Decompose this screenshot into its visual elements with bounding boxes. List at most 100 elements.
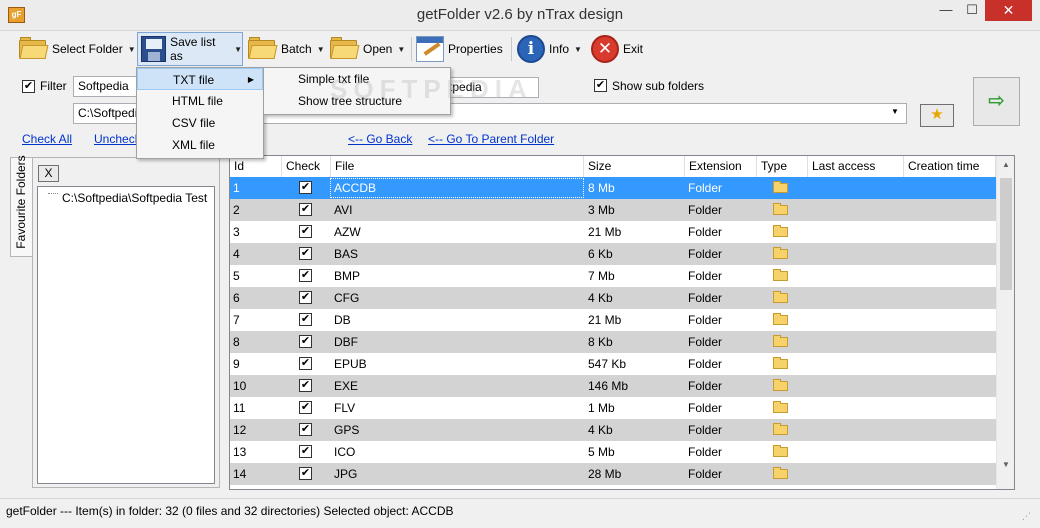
table-row[interactable]: 11 ✔ FLV 1 Mb Folder bbox=[230, 397, 996, 419]
table-row[interactable]: 12 ✔ GPS 4 Kb Folder bbox=[230, 419, 996, 441]
row-checkbox[interactable]: ✔ bbox=[299, 225, 312, 238]
row-checkbox[interactable]: ✔ bbox=[299, 401, 312, 414]
table-row[interactable]: 1 ✔ ACCDB 8 Mb Folder bbox=[230, 177, 996, 199]
tree-item[interactable]: C:\Softpedia\Softpedia Test bbox=[62, 191, 207, 205]
row-checkbox[interactable]: ✔ bbox=[299, 291, 312, 304]
cell-extension: Folder bbox=[688, 269, 723, 283]
exit-label: Exit bbox=[623, 42, 644, 56]
cell-id: 5 bbox=[233, 269, 240, 283]
info-button[interactable]: i Info ▼ bbox=[517, 33, 582, 65]
cell-file: ICO bbox=[334, 445, 356, 459]
table-row[interactable]: 9 ✔ EPUB 547 Kb Folder bbox=[230, 353, 996, 375]
column-header[interactable]: Id bbox=[230, 156, 282, 177]
close-window-button[interactable]: ✕ bbox=[985, 0, 1032, 21]
folder-icon bbox=[773, 269, 788, 281]
open-folder-icon bbox=[329, 37, 360, 61]
info-label: Info bbox=[549, 42, 570, 56]
save-menu-items: TXT file ▶ HTML file CSV file XML file bbox=[137, 68, 263, 156]
cell-size: 1 Mb bbox=[588, 401, 615, 415]
batch-button[interactable]: Batch ▼ bbox=[247, 33, 325, 65]
column-header[interactable]: Extension bbox=[685, 156, 757, 177]
table-row[interactable]: 4 ✔ BAS 6 Kb Folder bbox=[230, 243, 996, 265]
row-checkbox[interactable]: ✔ bbox=[299, 181, 312, 194]
cell-size: 8 Mb bbox=[588, 181, 615, 195]
batch-folder-icon bbox=[247, 37, 278, 61]
table-row[interactable]: 2 ✔ AVI 3 Mb Folder bbox=[230, 199, 996, 221]
properties-button[interactable]: Properties bbox=[416, 33, 503, 65]
row-checkbox[interactable]: ✔ bbox=[299, 379, 312, 392]
folder-icon bbox=[773, 247, 788, 259]
row-checkbox[interactable]: ✔ bbox=[299, 357, 312, 370]
remove-favourite-button[interactable]: X bbox=[38, 165, 59, 182]
go-back-link[interactable]: <-- Go Back bbox=[348, 132, 412, 146]
column-header[interactable]: Last access bbox=[808, 156, 904, 177]
cell-size: 146 Mb bbox=[588, 379, 629, 393]
row-checkbox[interactable]: ✔ bbox=[299, 335, 312, 348]
row-checkbox[interactable]: ✔ bbox=[299, 445, 312, 458]
scrollbar-thumb[interactable] bbox=[1000, 178, 1012, 290]
select-folder-button[interactable]: Select Folder ▼ bbox=[18, 33, 136, 65]
cell-file: GPS bbox=[334, 423, 360, 437]
table-row[interactable]: 5 ✔ BMP 7 Mb Folder bbox=[230, 265, 996, 287]
table-row[interactable]: 6 ✔ CFG 4 Kb Folder bbox=[230, 287, 996, 309]
cell-size: 4 Kb bbox=[588, 291, 613, 305]
scroll-up-icon[interactable]: ▲ bbox=[997, 156, 1014, 173]
cell-size: 3 Mb bbox=[588, 203, 615, 217]
uncheck-all-link[interactable]: Uncheck bbox=[94, 132, 141, 146]
cell-file: CFG bbox=[334, 291, 360, 305]
go-button[interactable]: ⇨ bbox=[973, 77, 1020, 126]
row-checkbox[interactable]: ✔ bbox=[299, 423, 312, 436]
row-checkbox[interactable]: ✔ bbox=[299, 203, 312, 216]
exit-button[interactable]: ✕ Exit bbox=[591, 33, 643, 65]
open-button[interactable]: Open ▼ bbox=[329, 33, 405, 65]
chevron-down-icon: ▼ bbox=[316, 44, 325, 54]
column-header[interactable]: File bbox=[331, 156, 584, 177]
table-row[interactable]: 3 ✔ AZW 21 Mb Folder bbox=[230, 221, 996, 243]
column-header[interactable]: Size bbox=[584, 156, 685, 177]
cell-extension: Folder bbox=[688, 203, 723, 217]
cell-file: BMP bbox=[334, 269, 361, 283]
row-checkbox[interactable]: ✔ bbox=[299, 247, 312, 260]
table-row[interactable]: 14 ✔ JPG 28 Mb Folder bbox=[230, 463, 996, 485]
filter-checkbox[interactable]: ✔ bbox=[22, 80, 35, 93]
tree-line bbox=[48, 193, 58, 194]
cell-file: DB bbox=[334, 313, 351, 327]
save-list-as-button[interactable]: Save list as ▼ bbox=[137, 32, 243, 66]
row-checkbox[interactable]: ✔ bbox=[299, 467, 312, 480]
column-header[interactable]: Creation time bbox=[904, 156, 996, 177]
menu-item[interactable]: TXT file ▶ bbox=[137, 68, 263, 90]
cell-id: 10 bbox=[233, 379, 247, 393]
table-row[interactable]: 7 ✔ DB 21 Mb Folder bbox=[230, 309, 996, 331]
add-favourite-button[interactable]: ★ bbox=[920, 104, 954, 127]
scroll-down-icon[interactable]: ▼ bbox=[997, 456, 1014, 473]
row-checkbox[interactable]: ✔ bbox=[299, 269, 312, 282]
go-parent-folder-link[interactable]: <-- Go To Parent Folder bbox=[428, 132, 554, 146]
path-value: C:\Softpedia bbox=[78, 106, 145, 120]
menu-item[interactable]: XML file bbox=[137, 134, 263, 156]
favourite-folders-tab-label: Favourite Folders bbox=[14, 155, 28, 249]
cell-extension: Folder bbox=[688, 357, 723, 371]
minimize-button[interactable]: — bbox=[933, 0, 959, 21]
table-row[interactable]: 13 ✔ ICO 5 Mb Folder bbox=[230, 441, 996, 463]
save-list-as-label: Save list as bbox=[170, 35, 216, 63]
filter-input[interactable]: Softpedia bbox=[73, 76, 143, 97]
check-all-link[interactable]: Check All bbox=[22, 132, 72, 146]
menu-item[interactable]: CSV file bbox=[137, 112, 263, 134]
resize-grip-icon[interactable]: ⋰ bbox=[1022, 511, 1034, 523]
table-row[interactable]: 10 ✔ EXE 146 Mb Folder bbox=[230, 375, 996, 397]
vertical-scrollbar[interactable]: ▲ ▼ bbox=[996, 156, 1014, 489]
table-row[interactable]: 8 ✔ DBF 8 Kb Folder bbox=[230, 331, 996, 353]
folder-icon bbox=[773, 401, 788, 413]
show-sub-folders-label: Show sub folders bbox=[612, 79, 705, 93]
column-header[interactable]: Check bbox=[282, 156, 331, 177]
cell-size: 21 Mb bbox=[588, 313, 622, 327]
file-grid: Id Check File Size Extension Type Last access C… bbox=[229, 155, 1015, 490]
menu-item[interactable]: HTML file bbox=[137, 90, 263, 112]
toolbar-separator bbox=[511, 37, 512, 61]
column-header[interactable]: Type bbox=[757, 156, 808, 177]
cell-extension: Folder bbox=[688, 181, 723, 195]
maximize-button[interactable]: ☐ bbox=[959, 0, 985, 21]
chevron-down-icon[interactable]: ▼ bbox=[891, 107, 899, 116]
show-sub-folders-checkbox[interactable]: ✔ bbox=[594, 79, 607, 92]
row-checkbox[interactable]: ✔ bbox=[299, 313, 312, 326]
